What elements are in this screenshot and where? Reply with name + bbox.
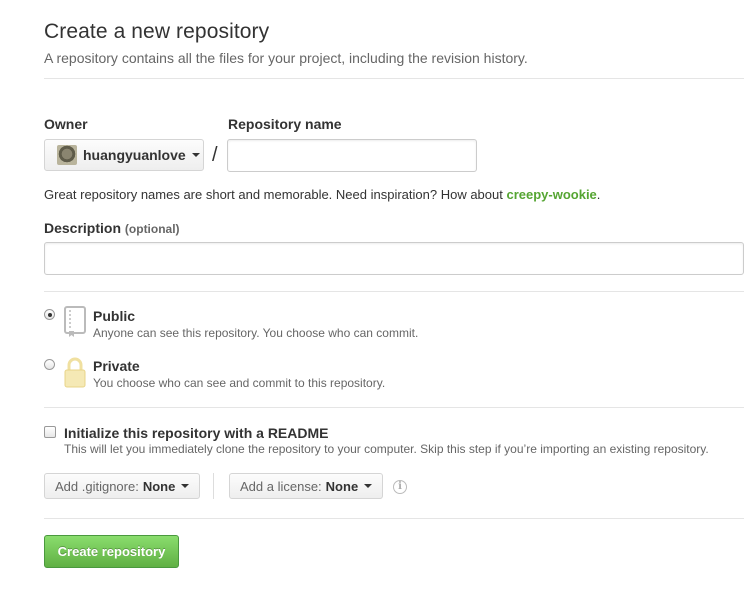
page-subtitle: A repository contains all the files for …	[44, 50, 528, 66]
gitignore-value: None	[142, 478, 176, 494]
select-divider	[213, 473, 214, 499]
public-radio[interactable]	[44, 309, 55, 320]
license-label: Add a license:	[240, 478, 322, 494]
suggested-name-link[interactable]: creepy-wookie	[506, 187, 596, 202]
repository-name-input[interactable]	[227, 139, 477, 172]
license-select[interactable]: Add a license: None	[229, 473, 384, 499]
gitignore-label: Add .gitignore:	[55, 478, 139, 494]
owner-name: huangyuanlove	[83, 147, 186, 163]
info-icon[interactable]: i	[393, 480, 407, 494]
description-input[interactable]	[44, 242, 744, 275]
name-hint: Great repository names are short and mem…	[44, 187, 600, 202]
description-label: Description (optional)	[44, 220, 180, 236]
private-title: Private	[93, 358, 140, 374]
gitignore-select[interactable]: Add .gitignore: None	[44, 473, 201, 499]
description-label-text: Description	[44, 220, 122, 236]
readme-checkbox[interactable]	[44, 426, 56, 438]
public-desc: Anyone can see this repository. You choo…	[93, 326, 419, 340]
public-title: Public	[93, 308, 136, 324]
section-divider-3	[44, 518, 744, 519]
name-hint-suffix: .	[596, 187, 601, 202]
owner-repo-separator: /	[212, 144, 218, 166]
chevron-down-icon	[191, 153, 200, 157]
optional-tag: (optional)	[124, 222, 180, 236]
name-hint-text: Great repository names are short and mem…	[44, 187, 507, 202]
header-divider	[44, 78, 744, 79]
section-divider	[44, 291, 744, 292]
readme-title: Initialize this repository with a README	[64, 425, 329, 441]
license-value: None	[325, 478, 359, 494]
lock-icon	[63, 356, 87, 388]
repo-name-label: Repository name	[228, 116, 342, 132]
repo-icon	[63, 306, 87, 338]
avatar	[57, 145, 77, 165]
chevron-down-icon	[181, 484, 190, 488]
owner-dropdown[interactable]: huangyuanlove	[44, 139, 204, 171]
page-title: Create a new repository	[44, 20, 270, 43]
create-repository-button[interactable]: Create repository	[44, 535, 179, 568]
owner-label: Owner	[44, 116, 88, 132]
readme-desc: This will let you immediately clone the …	[64, 442, 709, 456]
chevron-down-icon	[364, 484, 373, 488]
section-divider-2	[44, 407, 744, 408]
private-radio[interactable]	[44, 359, 55, 370]
private-desc: You choose who can see and commit to thi…	[93, 376, 386, 390]
